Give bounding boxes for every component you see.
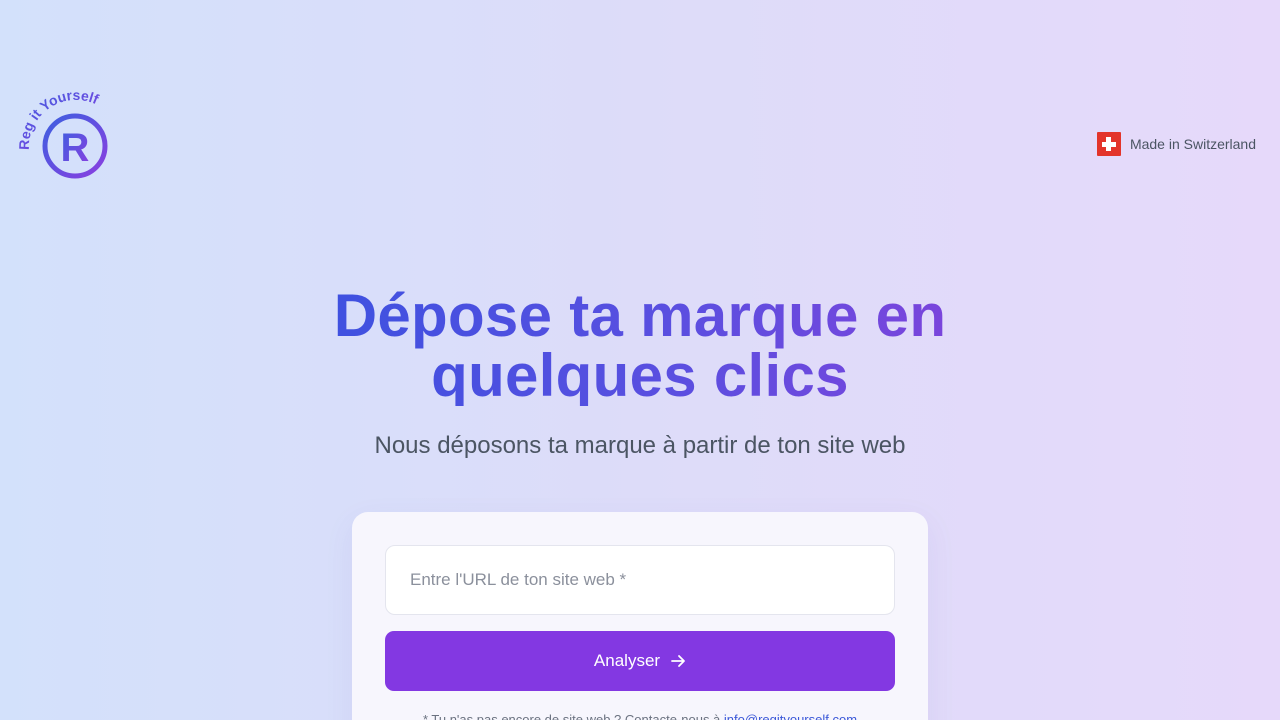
hero-subtitle: Nous déposons ta marque à partir de ton …	[374, 432, 906, 459]
no-website-note-text: * Tu n'as pas encore de site web ? Conta…	[422, 712, 724, 720]
url-form-card: Analyser * Tu n'as pas encore de site we…	[352, 512, 928, 720]
made-in-label: Made in Switzerland	[1129, 136, 1256, 152]
brand-logo[interactable]: Reg it Yourself R	[16, 87, 128, 190]
no-website-note: * Tu n'as pas encore de site web ? Conta…	[352, 712, 928, 720]
hero-title: Dépose ta marque en quelques clics	[334, 286, 947, 406]
registered-logo-icon: Reg it Yourself R	[16, 87, 108, 179]
swiss-flag-icon	[1096, 132, 1121, 156]
url-input[interactable]	[385, 545, 895, 615]
analyse-button[interactable]: Analyser	[385, 631, 895, 691]
arrow-right-icon	[670, 653, 686, 669]
made-in-switzerland-badge: Made in Switzerland	[1096, 132, 1256, 156]
hero-title-line-2: quelques clics	[431, 342, 849, 409]
hero-section: Dépose ta marque en quelques clics Nous …	[0, 286, 1280, 460]
contact-email-link[interactable]: info@regityourself.com	[724, 712, 857, 720]
logo-letter: R	[61, 126, 90, 170]
hero-title-line-1: Dépose ta marque en	[333, 282, 947, 349]
analyse-button-label: Analyser	[593, 651, 661, 670]
